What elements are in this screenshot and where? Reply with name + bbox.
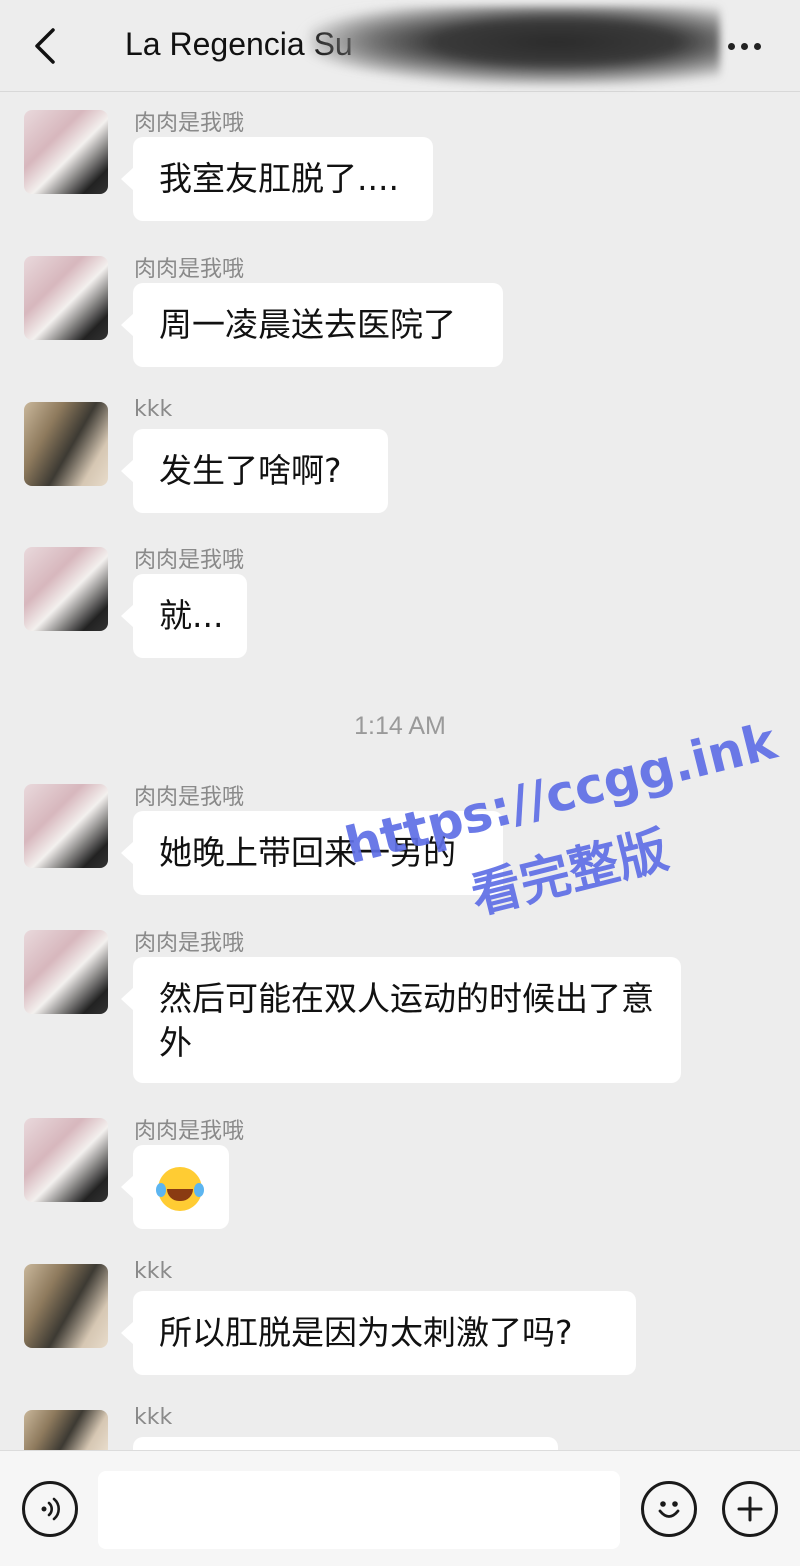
message-bubble[interactable]: 我室友肛脱了.... [121, 137, 433, 221]
avatar[interactable] [24, 256, 108, 340]
message-bubble[interactable]: 就... [121, 574, 247, 658]
redaction-smudge [310, 6, 720, 86]
avatar[interactable] [24, 1410, 108, 1450]
avatar[interactable] [24, 1264, 108, 1348]
message-bubble[interactable] [121, 1437, 558, 1491]
chat-header: La Regencia Su [0, 0, 800, 92]
sender-name: 肉肉是我哦 [134, 931, 245, 956]
emoji-button[interactable] [641, 1481, 697, 1537]
message-bubble[interactable]: 发生了啥啊? [121, 429, 388, 513]
smiley-icon [658, 1501, 680, 1518]
sender-name: kkk [134, 397, 173, 422]
tears-of-joy-emoji [156, 1166, 204, 1211]
avatar[interactable] [24, 1118, 108, 1202]
message-bubble[interactable]: 周一凌晨送去医院了 [121, 283, 503, 367]
sender-name: 肉肉是我哦 [134, 257, 245, 282]
message-timestamp: 1:14 AM [354, 712, 446, 740]
plus-button[interactable] [722, 1481, 778, 1537]
message-bubble[interactable] [121, 1145, 229, 1229]
message-bubble[interactable]: 所以肛脱是因为太刺激了吗? [121, 1291, 636, 1375]
back-button[interactable] [22, 22, 70, 70]
input-bar [0, 1450, 800, 1566]
avatar[interactable] [24, 930, 108, 1014]
sender-name: 肉肉是我哦 [134, 1119, 245, 1144]
sender-name: kkk [134, 1259, 173, 1284]
sender-name: 肉肉是我哦 [134, 548, 245, 573]
more-button[interactable] [718, 28, 770, 64]
more-dots-icon [727, 42, 735, 50]
sender-name: 肉肉是我哦 [134, 785, 245, 810]
plus-icon [737, 1496, 763, 1522]
avatar[interactable] [24, 110, 108, 194]
voice-icon [41, 1497, 60, 1521]
voice-button[interactable] [22, 1481, 78, 1537]
message-bubble[interactable]: 然后可能在双人运动的时候出了意外 [121, 957, 681, 1083]
chevron-left-icon [35, 28, 55, 64]
sender-name: kkk [134, 1405, 173, 1430]
avatar[interactable] [24, 402, 108, 486]
sender-name: 肉肉是我哦 [134, 111, 245, 136]
message-bubble[interactable]: 她晚上带回来一男的 [121, 811, 503, 895]
message-input[interactable] [98, 1471, 620, 1549]
avatar[interactable] [24, 547, 108, 631]
avatar[interactable] [24, 784, 108, 868]
